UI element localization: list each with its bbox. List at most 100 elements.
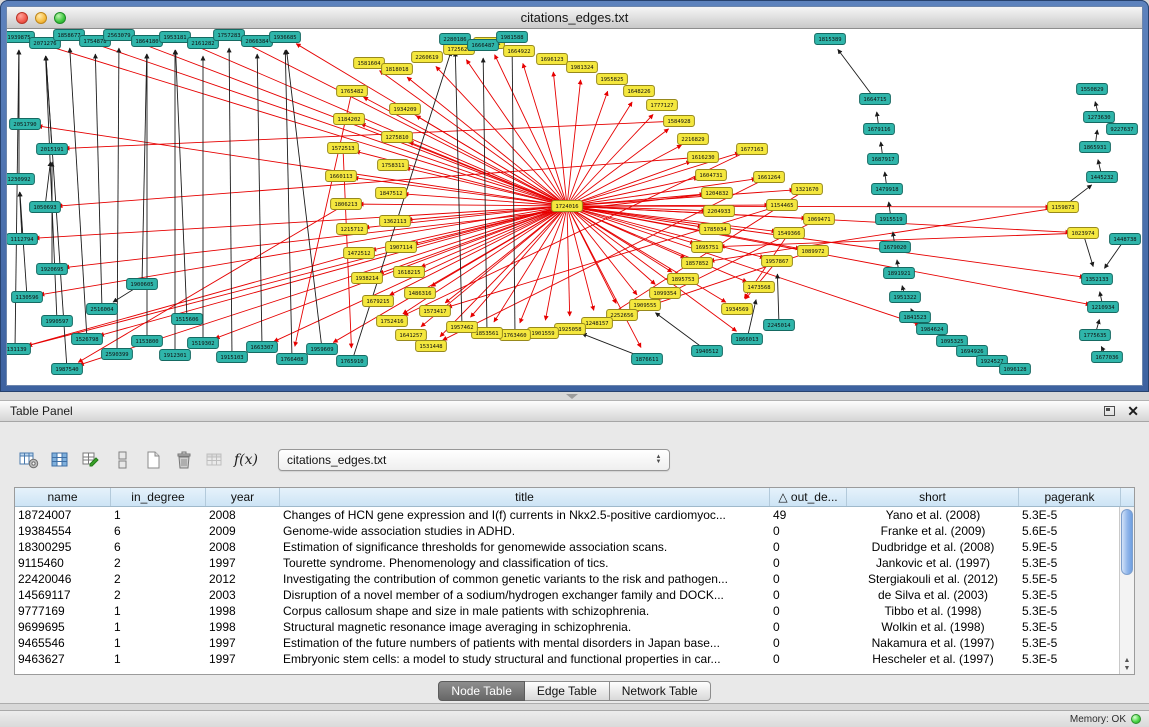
table-cell[interactable]: 6 (111, 539, 206, 555)
graph-node[interactable]: 1069471 (804, 214, 835, 225)
table-cell[interactable]: de Silva et al. (2003) (847, 587, 1019, 603)
graph-node[interactable]: 2216829 (678, 134, 709, 145)
network-canvas-svg[interactable]: 1724016158160417654821184202157251316601… (7, 29, 1142, 385)
graph-node[interactable]: 1934569 (722, 304, 753, 315)
graph-edge[interactable] (81, 39, 567, 206)
function-builder-button[interactable]: f(x) (233, 447, 259, 473)
graph-edge[interactable] (445, 206, 567, 303)
graph-edge[interactable] (70, 48, 87, 339)
graph-node[interactable]: 1763460 (500, 330, 531, 341)
network-view[interactable]: 1724016158160417654821184202157251316601… (7, 29, 1142, 385)
graph-node[interactable]: 1679215 (363, 296, 394, 307)
graph-node[interactable]: 2563079 (104, 30, 135, 41)
graph-node[interactable]: 1204832 (702, 188, 733, 199)
column-header-short[interactable]: short (847, 488, 1019, 506)
graph-edge[interactable] (495, 55, 567, 206)
graph-node[interactable]: 1677036 (1092, 352, 1123, 363)
table-row[interactable]: 1938455462009Genome-wide association stu… (15, 523, 1134, 539)
table-cell[interactable]: Franke et al. (2009) (847, 523, 1019, 539)
graph-edge[interactable] (15, 50, 19, 349)
graph-edge[interactable] (407, 77, 567, 206)
graph-node[interactable]: 1758311 (378, 160, 409, 171)
table-cell[interactable]: 5.6E-5 (1019, 523, 1121, 539)
table-cell[interactable]: 1 (111, 507, 206, 523)
table-cell[interactable]: 2008 (206, 507, 280, 523)
table-cell[interactable]: 9463627 (15, 651, 111, 667)
graph-edge[interactable] (567, 190, 794, 206)
graph-node[interactable]: 1765910 (337, 356, 368, 367)
graph-node[interactable]: 2260619 (412, 52, 443, 63)
float-panel-icon[interactable] (1104, 406, 1115, 416)
graph-node[interactable]: 1131139 (7, 344, 30, 355)
graph-node[interactable]: 1901559 (528, 328, 559, 339)
table-cell[interactable]: 5.3E-5 (1019, 619, 1121, 635)
graph-node[interactable]: 1321670 (792, 184, 823, 195)
edit-rows-button[interactable] (78, 447, 104, 473)
graph-edge[interactable] (176, 50, 187, 319)
graph-node[interactable]: 1473568 (744, 282, 775, 293)
graph-node[interactable]: 1724016 (552, 201, 583, 212)
table-cell[interactable]: 1997 (206, 555, 280, 571)
graph-edge[interactable] (553, 72, 567, 206)
graph-node[interactable]: 2204933 (704, 206, 735, 217)
table-vertical-scrollbar[interactable]: ▲ ▼ (1119, 507, 1134, 674)
graph-node[interactable]: 1154465 (767, 200, 798, 211)
graph-node[interactable]: 2590399 (102, 349, 133, 360)
graph-node[interactable]: 1573417 (420, 306, 451, 317)
graph-node[interactable]: 1907114 (386, 242, 417, 253)
table-cell[interactable]: 2003 (206, 587, 280, 603)
graph-edge[interactable] (45, 162, 50, 207)
graph-node[interactable]: 1641257 (396, 330, 427, 341)
graph-edge[interactable] (359, 204, 567, 206)
graph-node[interactable]: 1981324 (567, 62, 598, 73)
graph-node[interactable]: 1865931 (1080, 142, 1111, 153)
graph-node[interactable]: 1895753 (668, 274, 699, 285)
graph-node[interactable]: 1023974 (1068, 228, 1099, 239)
create-column-button[interactable] (140, 447, 166, 473)
table-row[interactable]: 911546021997Tourette syndrome. Phenomeno… (15, 555, 1134, 571)
table-cell[interactable]: 1997 (206, 635, 280, 651)
graph-node[interactable]: 1362113 (380, 216, 411, 227)
network-window[interactable]: citations_edges.txt 17240161581604176548… (0, 0, 1149, 392)
graph-node[interactable]: 1526798 (72, 334, 103, 345)
graph-node[interactable]: 1273630 (1084, 112, 1115, 123)
graph-edge[interactable] (777, 274, 779, 325)
table-cell[interactable]: Dudbridge et al. (2008) (847, 539, 1019, 555)
column-header-in_degree[interactable]: in_degree (111, 488, 206, 506)
graph-node[interactable]: 1584928 (664, 116, 695, 127)
graph-node[interactable]: 1857852 (682, 258, 713, 269)
graph-node[interactable]: 1648226 (624, 86, 655, 97)
graph-node[interactable]: 1679020 (880, 242, 911, 253)
graph-node[interactable]: 1920695 (37, 264, 68, 275)
table-cell[interactable]: 2009 (206, 523, 280, 539)
table-cell[interactable]: 14569117 (15, 587, 111, 603)
graph-node[interactable]: 1096128 (1000, 364, 1031, 375)
table-cell[interactable]: 0 (770, 539, 847, 555)
graph-node[interactable]: 1915103 (217, 352, 248, 363)
table-cell[interactable]: Jankovic et al. (1997) (847, 555, 1019, 571)
graph-node[interactable]: 1112794 (7, 234, 37, 245)
table-cell[interactable]: 1998 (206, 603, 280, 619)
table-cell[interactable]: Disruption of a novel member of a sodium… (280, 587, 770, 603)
table-cell[interactable]: 1 (111, 603, 206, 619)
table-cell[interactable]: 0 (770, 523, 847, 539)
graph-node[interactable]: 1912301 (160, 350, 191, 361)
graph-node[interactable]: 1550829 (1077, 84, 1108, 95)
graph-node[interactable]: 1866013 (732, 334, 763, 345)
graph-node[interactable]: 1934209 (390, 104, 421, 115)
graph-node[interactable]: 1694926 (957, 346, 988, 357)
graph-edge[interactable] (567, 129, 669, 206)
graph-edge[interactable] (471, 206, 567, 317)
table-cell[interactable]: 49 (770, 507, 847, 523)
graph-node[interactable]: 1679116 (864, 124, 895, 135)
graph-node[interactable]: 1765482 (337, 86, 368, 97)
graph-node[interactable]: 1847512 (376, 188, 407, 199)
graph-edge[interactable] (95, 54, 102, 309)
graph-node[interactable]: 1909555 (630, 300, 661, 311)
table-cell[interactable]: Investigating the contribution of common… (280, 571, 770, 587)
table-cell[interactable]: 2 (111, 571, 206, 587)
table-cell[interactable]: 5.3E-5 (1019, 555, 1121, 571)
delete-table-button[interactable] (202, 447, 228, 473)
graph-node[interactable]: 1486316 (405, 288, 436, 299)
graph-node[interactable]: 9227637 (1107, 124, 1138, 135)
